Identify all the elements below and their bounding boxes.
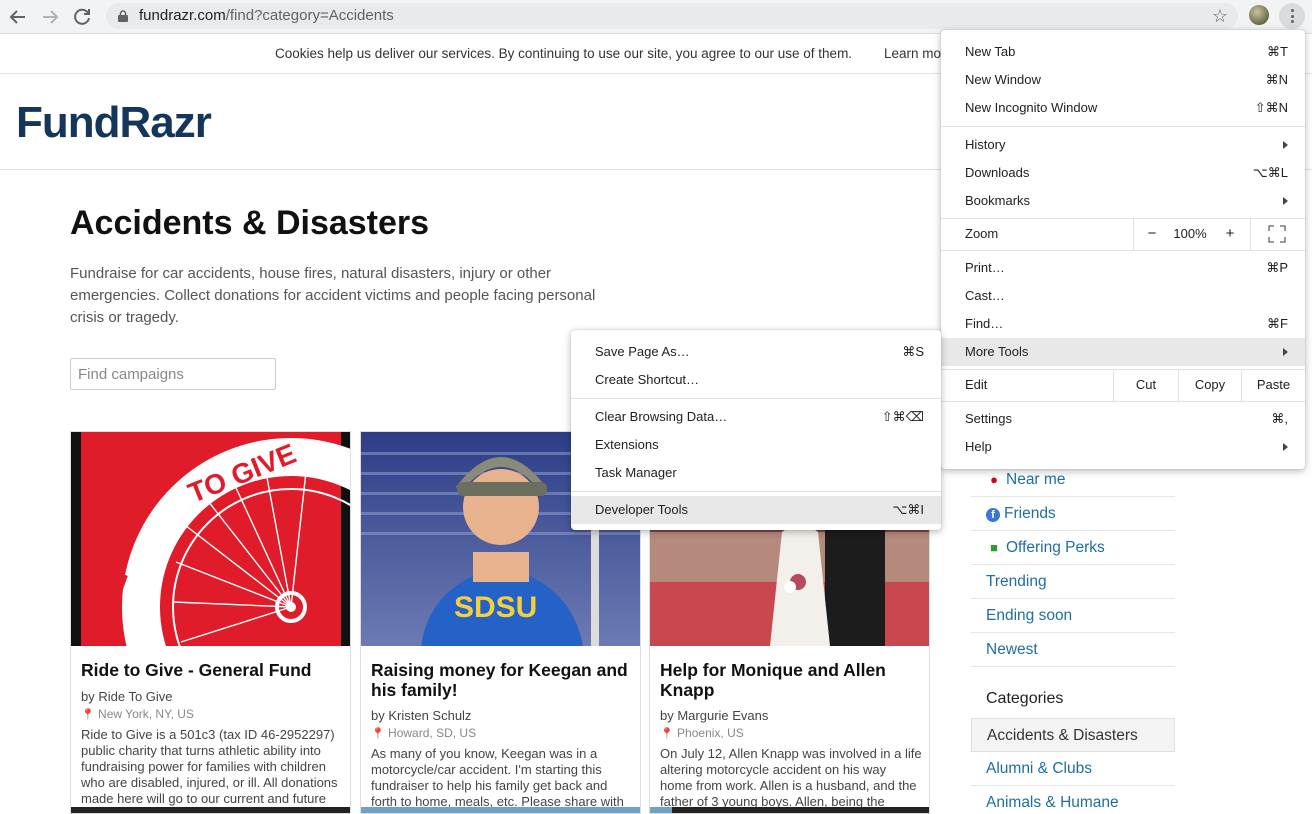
menu-item-settings[interactable]: Settings ⌘,: [941, 405, 1305, 433]
zoom-label: Zoom: [965, 226, 999, 241]
categories-heading: Categories: [986, 690, 1064, 707]
copy-button[interactable]: Copy: [1179, 369, 1241, 401]
menu-item-new-tab[interactable]: New Tab ⌘T: [941, 38, 1305, 66]
more-tools-submenu: Save Page As… ⌘S Create Shortcut… Clear B…: [571, 330, 941, 530]
progress-fill: [361, 807, 640, 813]
bookmark-star-icon[interactable]: ☆: [1212, 5, 1228, 27]
gift-icon: ■: [990, 540, 998, 555]
sidebar-link-trending[interactable]: Trending: [971, 565, 1175, 599]
zoom-in-button[interactable]: +: [1217, 218, 1243, 250]
campaign-author: by Kristen Schulz: [371, 708, 472, 723]
category-alumni-clubs[interactable]: Alumni & Clubs: [971, 752, 1175, 786]
campaign-author: by Margurie Evans: [660, 708, 769, 723]
menu-item-history[interactable]: History: [941, 131, 1305, 159]
fundrazr-logo[interactable]: FundRazr: [16, 98, 212, 148]
campaign-location: 📍 Phoenix, US: [660, 726, 744, 740]
menu-item-more-tools[interactable]: More Tools: [941, 338, 1305, 366]
map-pin-icon: 📍: [81, 709, 95, 721]
zoom-out-button[interactable]: −: [1139, 218, 1165, 250]
profile-avatar[interactable]: [1249, 5, 1269, 25]
chrome-main-menu: New Tab ⌘T New Window ⌘N New Incognito Win…: [941, 30, 1305, 469]
page-title: Accidents & Disasters: [70, 204, 430, 242]
progress-fill: [650, 807, 673, 813]
browser-toolbar: fundrazr.com/find?category=Accidents ☆: [0, 0, 1312, 34]
map-pin-icon: 📍: [660, 728, 674, 740]
facebook-icon: f: [986, 508, 1000, 522]
find-campaigns-input[interactable]: [70, 358, 276, 390]
menu-item-task-manager[interactable]: Task Manager: [571, 459, 941, 487]
campaign-description: On July 12, Allen Knapp was involved in …: [660, 746, 922, 809]
url-text: fundrazr.com/find?category=Accidents: [139, 7, 394, 24]
fullscreen-icon[interactable]: [1263, 218, 1291, 250]
category-animals-humane[interactable]: Animals & Humane: [971, 786, 1175, 814]
zoom-level: 100%: [1173, 226, 1207, 241]
svg-text:SDSU: SDSU: [454, 591, 537, 624]
sidebar-link-offering-perks[interactable]: ■ Offering Perks: [971, 531, 1175, 565]
campaign-location: 📍 New York, NY, US: [81, 707, 194, 721]
progress-bar: [361, 807, 640, 813]
menu-item-downloads[interactable]: Downloads ⌥⌘L: [941, 159, 1305, 187]
sidebar-link-newest[interactable]: Newest: [971, 633, 1175, 667]
campaign-card[interactable]: TO GIVE RIDE Ride to Give - General Fund…: [70, 431, 351, 814]
menu-item-save-page-as[interactable]: Save Page As… ⌘S: [571, 338, 941, 366]
submenu-arrow-icon: [1283, 348, 1288, 356]
campaign-title[interactable]: Raising money for Keegan and his family!: [371, 660, 633, 700]
map-pin-icon: 📍: [371, 728, 385, 740]
menu-item-cast[interactable]: Cast…: [941, 282, 1305, 310]
chrome-menu-button[interactable]: [1279, 3, 1305, 29]
menu-item-extensions[interactable]: Extensions: [571, 431, 941, 459]
campaign-image[interactable]: TO GIVE RIDE: [71, 432, 350, 646]
menu-item-new-incognito-window[interactable]: New Incognito Window ⇧⌘N: [941, 94, 1305, 122]
menu-item-create-shortcut[interactable]: Create Shortcut…: [571, 366, 941, 394]
submenu-arrow-icon: [1283, 443, 1288, 451]
campaign-description: As many of you know, Keegan was in a mot…: [371, 746, 624, 809]
cut-button[interactable]: Cut: [1114, 369, 1178, 401]
category-accidents-disasters[interactable]: Accidents & Disasters: [971, 718, 1175, 752]
sidebar-link-friends[interactable]: f Friends: [971, 497, 1175, 531]
edit-label: Edit: [965, 377, 988, 392]
campaign-description: Ride to Give is a 501c3 (tax ID 46-29522…: [81, 727, 338, 806]
menu-item-help[interactable]: Help: [941, 433, 1305, 461]
menu-item-print[interactable]: Print… ⌘P: [941, 254, 1305, 282]
campaign-author: by Ride To Give: [81, 689, 173, 704]
sidebar-link-ending-soon[interactable]: Ending soon: [971, 599, 1175, 633]
menu-item-new-window[interactable]: New Window ⌘N: [941, 66, 1305, 94]
campaign-title[interactable]: Ride to Give - General Fund: [81, 660, 343, 680]
learn-more-link[interactable]: Learn mo: [884, 46, 941, 61]
back-arrow-icon[interactable]: [5, 4, 31, 30]
cookie-message: Cookies help us deliver our services. By…: [275, 46, 853, 61]
menu-item-developer-tools[interactable]: Developer Tools ⌥⌘I: [571, 496, 941, 524]
forward-arrow-icon[interactable]: [37, 4, 63, 30]
progress-bar: [650, 807, 929, 813]
progress-bar: [71, 807, 350, 813]
campaign-title[interactable]: Help for Monique and Allen Knapp: [660, 660, 922, 700]
lock-icon: [118, 10, 128, 22]
address-bar[interactable]: fundrazr.com/find?category=Accidents ☆: [106, 3, 1238, 29]
paste-button[interactable]: Paste: [1242, 369, 1305, 401]
submenu-arrow-icon: [1283, 197, 1288, 205]
reload-icon[interactable]: [69, 4, 95, 30]
menu-item-clear-browsing-data[interactable]: Clear Browsing Data… ⇧⌘⌫: [571, 403, 941, 431]
page-description: Fundraise for car accidents, house fires…: [70, 265, 596, 326]
menu-item-bookmarks[interactable]: Bookmarks: [941, 187, 1305, 215]
submenu-arrow-icon: [1283, 141, 1288, 149]
menu-item-find[interactable]: Find… ⌘F: [941, 310, 1305, 338]
campaign-location: 📍 Howard, SD, US: [371, 726, 477, 740]
